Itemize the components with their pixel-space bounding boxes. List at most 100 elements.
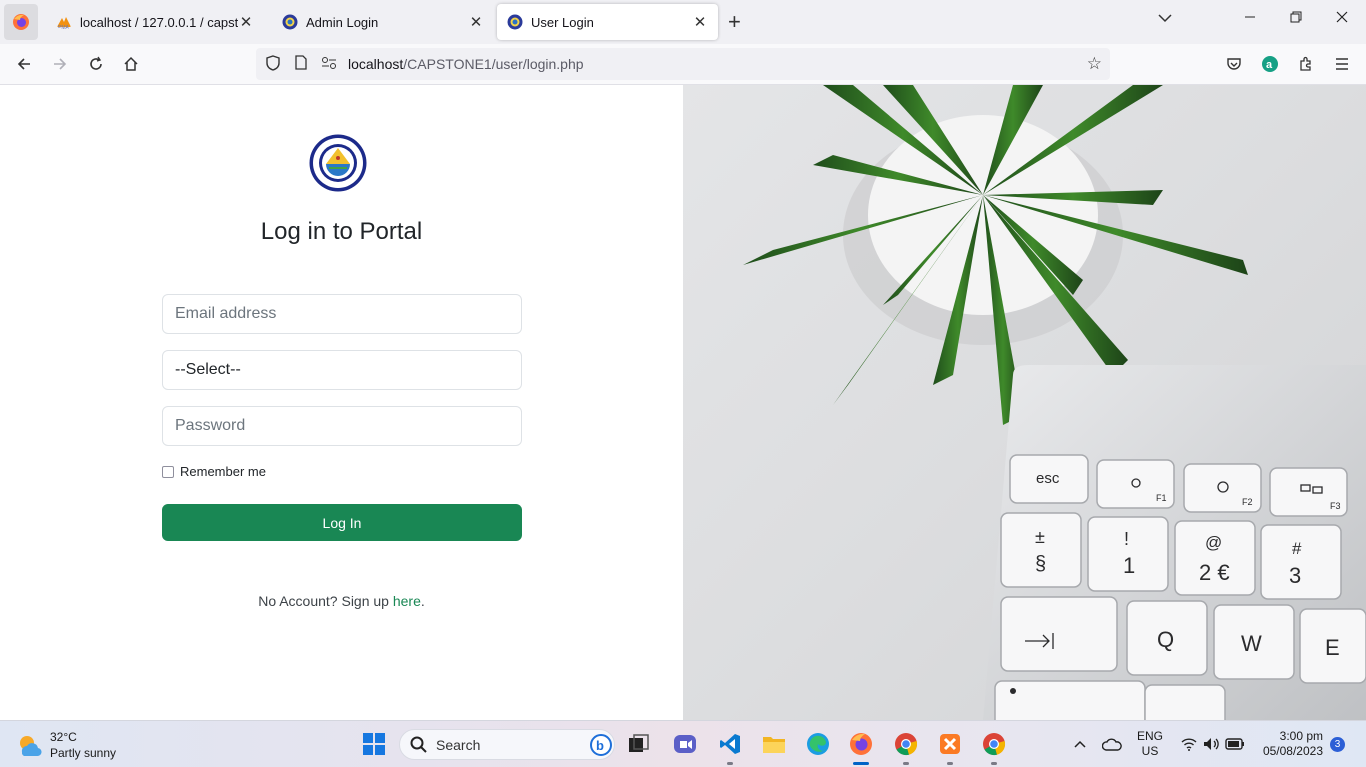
clock-date: 05/08/2023: [1262, 744, 1323, 758]
extensions-icon[interactable]: [1295, 53, 1317, 75]
bookmark-star-icon[interactable]: ☆: [1087, 54, 1102, 74]
page-viewport: Log in to Portal Email address --Select-…: [0, 85, 1366, 720]
tab-title: User Login: [531, 14, 594, 30]
xampp-icon[interactable]: [937, 731, 963, 757]
tab-title: Admin Login: [306, 14, 379, 30]
restore-icon[interactable]: [1290, 10, 1302, 28]
key-exclaim: !: [1124, 529, 1129, 549]
tracking-protection-icon[interactable]: [262, 54, 284, 74]
running-indicator: [903, 762, 909, 765]
svg-text:b: b: [596, 738, 604, 753]
home-icon[interactable]: [120, 53, 142, 75]
key-f1: F1: [1156, 493, 1167, 503]
close-window-icon[interactable]: [1336, 10, 1348, 28]
key-plusminus: ±: [1035, 527, 1045, 547]
tab-title: localhost / 127.0.0.1 / capstone1 / u: [80, 14, 238, 30]
language-code: ENG: [1137, 729, 1164, 743]
account-avatar-icon[interactable]: a: [1259, 53, 1281, 75]
key-esc: esc: [1036, 470, 1060, 487]
windows-start-icon[interactable]: [361, 731, 387, 757]
svg-text:a: a: [1266, 59, 1273, 71]
clock[interactable]: 3:00 pm 05/08/2023: [1257, 729, 1323, 759]
back-icon[interactable]: [13, 53, 35, 75]
close-tab-icon[interactable]: ✕: [238, 13, 254, 31]
tab-admin-login[interactable]: Admin Login ✕: [272, 4, 494, 40]
tab-user-login[interactable]: User Login ✕: [497, 4, 718, 40]
firefox-taskbar-icon[interactable]: [848, 731, 874, 757]
tab-phpmyadmin[interactable]: PMA localhost / 127.0.0.1 / capstone1 / …: [46, 4, 264, 40]
edge-icon[interactable]: [805, 731, 831, 757]
url-host: localhost: [348, 56, 404, 72]
minimize-icon[interactable]: [1244, 10, 1256, 28]
zoom-meetings-icon[interactable]: [672, 731, 698, 757]
reload-icon[interactable]: [85, 53, 107, 75]
menu-icon[interactable]: [1331, 53, 1353, 75]
key-1: 1: [1123, 553, 1135, 578]
bing-icon: b: [590, 734, 612, 756]
language-indicator[interactable]: ENG US: [1137, 729, 1163, 759]
running-indicator: [991, 762, 997, 765]
pocket-icon[interactable]: [1223, 53, 1245, 75]
signup-text: No Account? Sign up: [258, 593, 393, 609]
volume-icon[interactable]: [1198, 731, 1224, 757]
close-tab-icon[interactable]: ✕: [692, 13, 708, 31]
role-select[interactable]: --Select--: [162, 350, 522, 390]
page-info-icon[interactable]: [290, 55, 312, 73]
task-view-icon[interactable]: [626, 731, 652, 757]
college-seal-icon: [507, 14, 523, 30]
search-icon: [410, 736, 427, 753]
key-f2: F2: [1242, 497, 1253, 507]
close-tab-icon[interactable]: ✕: [468, 13, 484, 31]
navigation-toolbar: localhost/CAPSTONE1/user/login.php ☆ a: [0, 44, 1366, 85]
onedrive-cloud-icon[interactable]: [1099, 731, 1125, 757]
hero-image: esc F1 F2 F3 ± § ! 1 @ 2 € # 3 Q W E: [683, 85, 1366, 720]
chrome-icon[interactable]: [893, 731, 919, 757]
windows-taskbar: 32°C Partly sunny Search b ENG US 3:00 p…: [0, 720, 1366, 767]
login-panel: Log in to Portal Email address --Select-…: [0, 85, 683, 720]
url-path: /CAPSTONE1/user/login.php: [403, 56, 584, 72]
key-at: @: [1205, 533, 1222, 552]
browser-tab-bar: PMA localhost / 127.0.0.1 / capstone1 / …: [0, 0, 1366, 44]
forward-icon[interactable]: [49, 53, 71, 75]
phpmyadmin-icon: PMA: [57, 17, 71, 30]
vscode-icon[interactable]: [717, 731, 743, 757]
notification-badge[interactable]: 3: [1330, 737, 1345, 752]
college-logo: [309, 134, 367, 192]
chrome-profile-icon[interactable]: [981, 731, 1007, 757]
new-tab-button[interactable]: +: [728, 8, 741, 36]
remember-me-checkbox[interactable]: [162, 465, 174, 478]
running-indicator: [853, 762, 869, 765]
file-explorer-icon[interactable]: [761, 731, 787, 757]
key-q: Q: [1157, 627, 1174, 652]
page-title: Log in to Portal: [260, 218, 423, 245]
plant-keyboard-illustration: esc F1 F2 F3 ± § ! 1 @ 2 € # 3 Q W E: [743, 85, 1366, 720]
partly-sunny-icon: [20, 736, 42, 757]
weather-condition: Partly sunny: [50, 746, 117, 760]
remember-me-label: Remember me: [180, 464, 266, 479]
url-text: localhost/CAPSTONE1/user/login.php: [348, 56, 584, 72]
weather-widget[interactable]: 32°C Partly sunny: [16, 729, 116, 761]
key-w: W: [1241, 631, 1262, 656]
login-button[interactable]: Log In: [162, 504, 522, 541]
key-2: 2 €: [1199, 560, 1230, 585]
permissions-icon[interactable]: [318, 56, 340, 73]
college-seal-icon: [282, 14, 298, 30]
battery-icon[interactable]: [1222, 731, 1248, 757]
region-code: US: [1141, 744, 1159, 758]
clock-time: 3:00 pm: [1279, 729, 1323, 743]
email-input[interactable]: Email address: [162, 294, 522, 334]
firefox-view-button[interactable]: [4, 4, 38, 40]
signup-link[interactable]: here: [393, 593, 421, 609]
list-all-tabs-icon[interactable]: [1158, 10, 1172, 26]
key-hash: #: [1292, 539, 1302, 558]
signup-suffix: .: [420, 593, 425, 609]
taskbar-search[interactable]: Search b: [399, 729, 615, 760]
remember-me[interactable]: Remember me: [162, 464, 266, 479]
show-hidden-icons-chevron[interactable]: [1067, 731, 1093, 757]
address-bar[interactable]: localhost/CAPSTONE1/user/login.php ☆: [256, 48, 1110, 80]
weather-temperature: 32°C: [50, 730, 77, 744]
signup-prompt: No Account? Sign up here.: [0, 593, 683, 609]
running-indicator: [727, 762, 733, 765]
password-input[interactable]: Password: [162, 406, 522, 446]
running-indicator: [947, 762, 953, 765]
